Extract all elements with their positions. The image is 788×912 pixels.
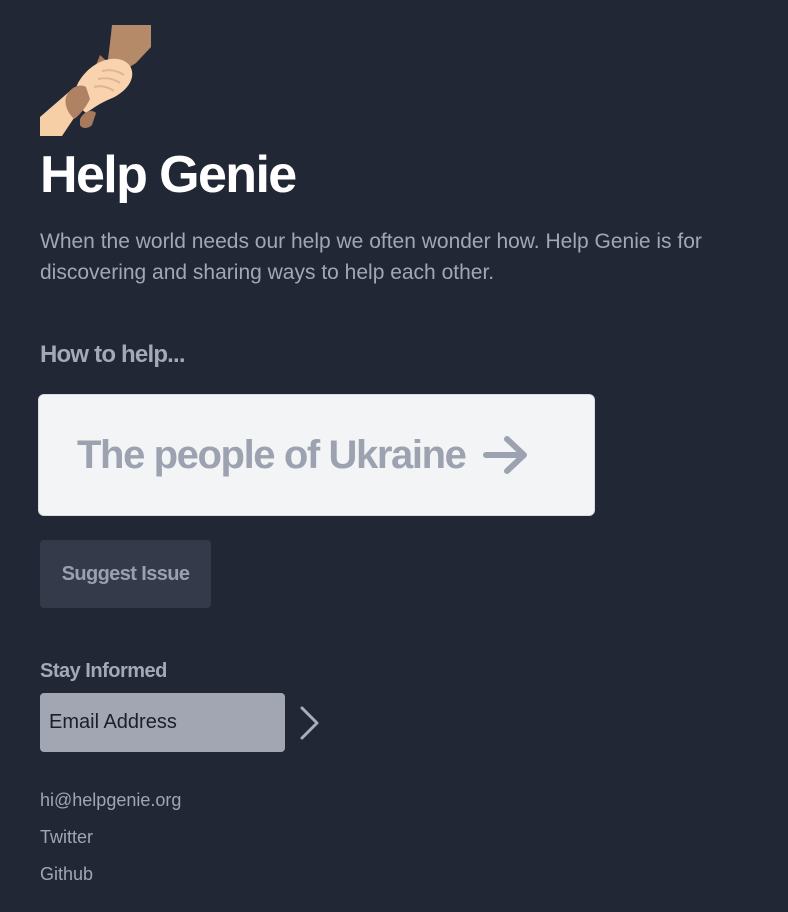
handshake-icon <box>40 25 151 136</box>
arrow-right-icon <box>483 436 528 474</box>
page: Help Genie When the world needs our help… <box>0 0 788 912</box>
contact-email-link[interactable]: hi@helpgenie.org <box>40 788 181 812</box>
twitter-link[interactable]: Twitter <box>40 825 93 849</box>
intro-text: When the world needs our help we often w… <box>40 230 702 284</box>
chevron-right-icon <box>300 706 319 740</box>
email-input[interactable] <box>40 693 285 752</box>
page-title: Help Genie <box>40 146 297 204</box>
issue-label: The people of Ukraine <box>77 432 467 477</box>
suggest-issue-button[interactable]: Suggest Issue <box>40 540 211 608</box>
issue-card-ukraine[interactable]: The people of Ukraine <box>38 394 595 516</box>
how-to-help-heading: How to help... <box>40 341 186 368</box>
subscribe-submit-button[interactable] <box>294 704 326 742</box>
stay-informed-heading: Stay Informed <box>40 660 167 682</box>
github-link[interactable]: Github <box>40 862 93 886</box>
